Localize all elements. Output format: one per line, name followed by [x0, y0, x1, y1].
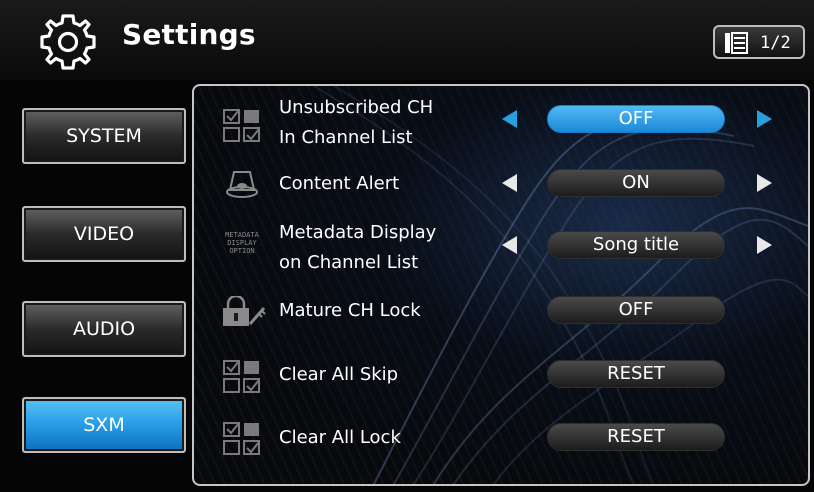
metadata-display-value[interactable]: Song title [547, 231, 725, 259]
next-arrow-icon[interactable] [757, 110, 772, 128]
checkbox-grid-icon [223, 360, 260, 393]
settings-screen: Settings 1/2 SYSTEM VIDEO AUDIO SXM Unsu… [0, 0, 814, 492]
tab-sxm[interactable]: SXM [22, 397, 186, 453]
content-alert-value[interactable]: ON [547, 169, 725, 197]
setting-label-unsubscribed-ch-line2: In Channel List [279, 127, 413, 148]
header-bar: Settings 1/2 [0, 0, 814, 80]
page-title: Settings [122, 18, 256, 51]
page-toggle-button[interactable]: 1/2 [713, 25, 805, 59]
checkbox-grid-icon [223, 422, 260, 455]
gear-icon [40, 14, 96, 70]
setting-label-unsubscribed-ch: Unsubscribed CH [279, 97, 434, 118]
bell-icon [226, 171, 258, 198]
setting-label-clear-all-skip: Clear All Skip [279, 364, 399, 385]
lock-key-icon [223, 296, 266, 326]
setting-label-mature-ch-lock: Mature CH Lock [279, 300, 421, 321]
mature-ch-lock-value[interactable]: OFF [547, 296, 725, 324]
setting-label-metadata-display: Metadata Display [279, 222, 437, 243]
clear-all-lock-button[interactable]: RESET [547, 423, 725, 451]
prev-arrow-icon[interactable] [502, 174, 517, 192]
next-arrow-icon[interactable] [757, 174, 772, 192]
tab-video[interactable]: VIDEO [22, 206, 186, 262]
tab-audio[interactable]: AUDIO [22, 301, 186, 357]
metadata-display-option-icon: METADATA DISPLAY OPTION [225, 231, 259, 255]
clear-all-skip-button[interactable]: RESET [547, 360, 725, 388]
page-indicator: 1/2 [760, 33, 791, 53]
list-page-icon [725, 32, 748, 54]
next-arrow-icon[interactable] [757, 236, 772, 254]
unsubscribed-ch-value[interactable]: OFF [547, 105, 725, 133]
setting-label-metadata-display-line2: on Channel List [279, 252, 419, 273]
setting-label-content-alert: Content Alert [279, 173, 400, 194]
setting-label-clear-all-lock: Clear All Lock [279, 427, 401, 448]
checkbox-grid-icon [223, 109, 260, 142]
prev-arrow-icon[interactable] [502, 110, 517, 128]
prev-arrow-icon[interactable] [502, 236, 517, 254]
tab-system[interactable]: SYSTEM [22, 108, 186, 164]
